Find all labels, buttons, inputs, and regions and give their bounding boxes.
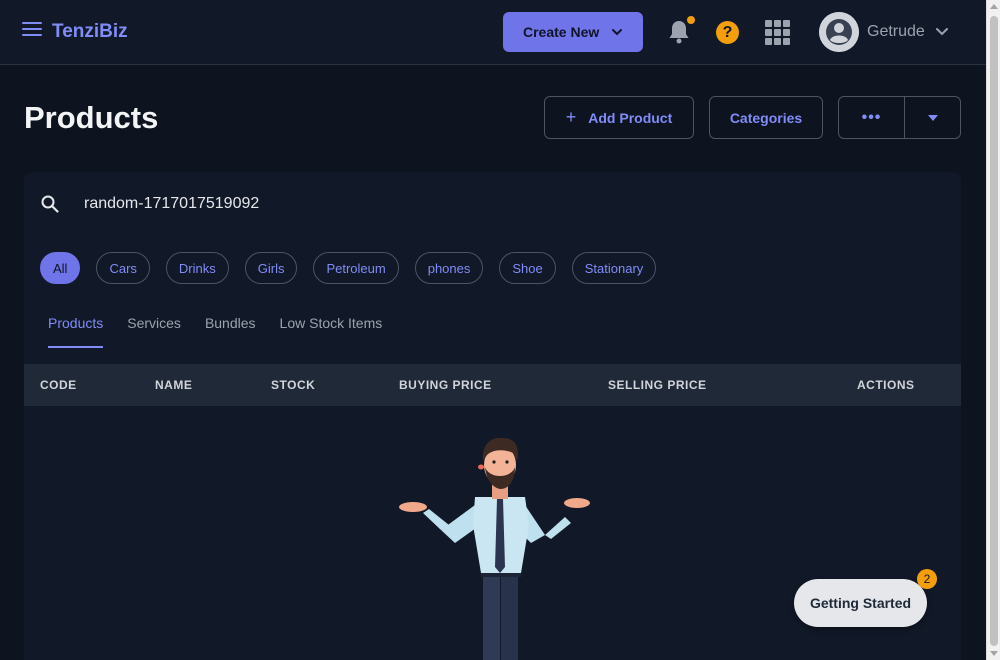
chevron-down-icon[interactable] <box>936 27 948 37</box>
tab-services[interactable]: Services <box>127 315 181 348</box>
column-header-actions: ACTIONS <box>857 378 915 392</box>
user-name[interactable]: Getrude <box>867 23 925 41</box>
chevron-down-icon <box>612 29 622 36</box>
plus-icon: + <box>565 107 577 127</box>
help-icon[interactable]: ? <box>716 21 739 44</box>
table-header: CODE NAME STOCK BUYING PRICE SELLING PRI… <box>24 364 961 406</box>
search-icon <box>41 195 59 213</box>
add-product-label: Add Product <box>588 109 673 126</box>
chip-drinks[interactable]: Drinks <box>165 252 229 284</box>
product-type-tabs: Products Services Bundles Low Stock Item… <box>48 315 382 348</box>
user-avatar-icon[interactable] <box>819 12 859 52</box>
column-header-buying-price[interactable]: BUYING PRICE <box>399 378 492 392</box>
chip-shoe[interactable]: Shoe <box>499 252 556 284</box>
empty-state-illustration <box>399 437 590 660</box>
tab-bundles[interactable]: Bundles <box>205 315 256 348</box>
tab-low-stock-items[interactable]: Low Stock Items <box>280 315 383 348</box>
column-header-name[interactable]: NAME <box>155 378 192 392</box>
chip-all[interactable]: All <box>40 252 81 284</box>
more-options-icon[interactable]: ••• <box>839 109 904 127</box>
scroll-up-arrow-icon[interactable] <box>990 4 998 9</box>
tab-products[interactable]: Products <box>48 315 104 348</box>
dropdown-toggle[interactable] <box>905 114 960 121</box>
column-header-selling-price[interactable]: SELLING PRICE <box>608 378 707 392</box>
chip-cars[interactable]: Cars <box>96 252 150 284</box>
column-header-code[interactable]: CODE <box>40 378 77 392</box>
categories-label: Categories <box>729 109 803 126</box>
chip-phones[interactable]: phones <box>414 252 484 284</box>
getting-started-badge: 2 <box>917 569 937 589</box>
category-filter-chips: All Cars Drinks Girls Petroleum phones S… <box>40 252 657 284</box>
hamburger-menu-icon[interactable] <box>22 22 42 42</box>
apps-grid-icon[interactable] <box>765 20 790 45</box>
categories-button[interactable]: Categories <box>709 96 823 139</box>
chip-petroleum[interactable]: Petroleum <box>313 252 399 284</box>
more-actions-split-button: ••• <box>838 96 961 139</box>
column-header-stock[interactable]: STOCK <box>271 378 315 392</box>
scrollbar-thumb[interactable] <box>990 16 998 646</box>
page-scrollbar[interactable] <box>986 0 1000 660</box>
top-navbar: TenziBiz Create New ? Getrude <box>0 0 986 65</box>
notification-dot <box>687 16 695 24</box>
chip-girls[interactable]: Girls <box>244 252 298 284</box>
create-new-button[interactable]: Create New <box>503 12 643 52</box>
chip-stationary[interactable]: Stationary <box>571 252 657 284</box>
brand-logo[interactable]: TenziBiz <box>52 21 128 43</box>
scroll-down-arrow-icon[interactable] <box>990 651 998 656</box>
add-product-button[interactable]: + Add Product <box>544 96 694 139</box>
caret-down-icon <box>927 114 938 121</box>
getting-started-button[interactable]: Getting Started <box>794 579 927 627</box>
search-input[interactable] <box>84 192 684 216</box>
create-new-label: Create New <box>523 24 600 40</box>
page-title: Products <box>24 100 159 135</box>
